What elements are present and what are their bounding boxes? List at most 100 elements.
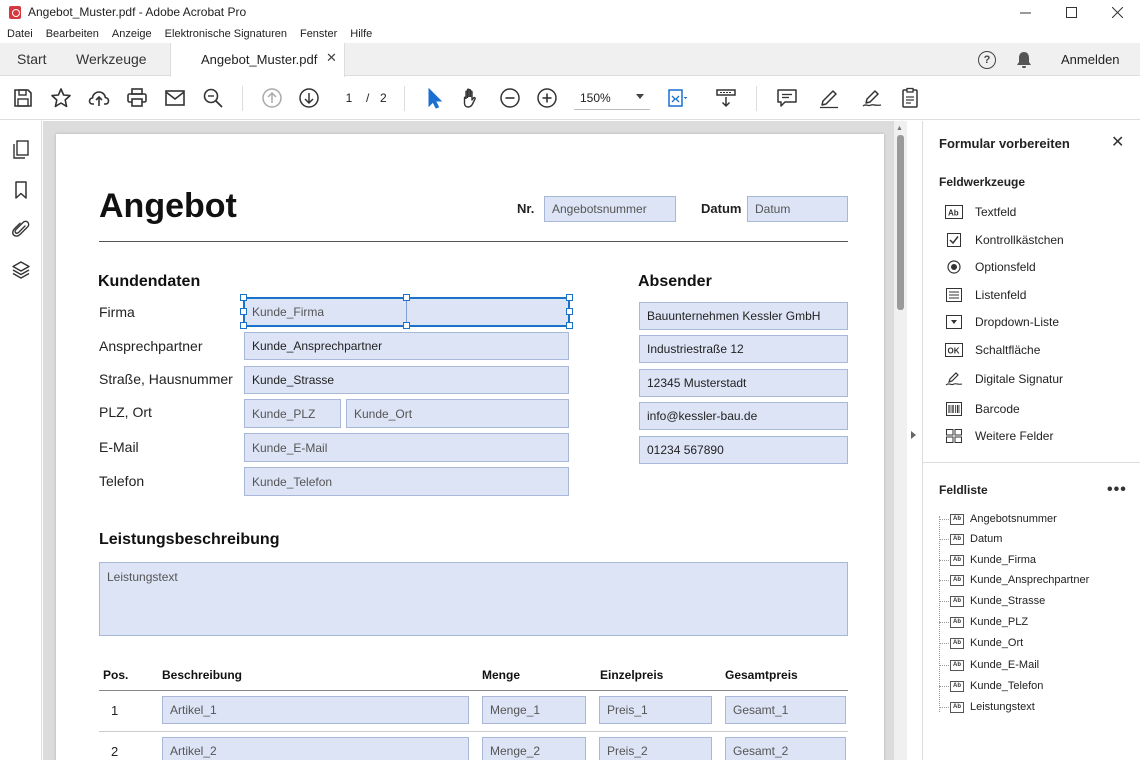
tool-optionsfeld[interactable]: Optionsfeld <box>945 257 1036 277</box>
scrollbar-thumb[interactable] <box>897 135 904 310</box>
menu-hilfe[interactable]: Hilfe <box>350 28 372 40</box>
field-list-heading: Feldliste <box>939 483 988 497</box>
pages-thumbnails-icon[interactable] <box>11 139 31 159</box>
email-icon[interactable] <box>164 87 186 109</box>
resize-handle[interactable] <box>566 294 573 301</box>
tab-document[interactable]: Angebot_Muster.pdf ✕ <box>170 43 345 77</box>
star-icon[interactable] <box>50 87 72 109</box>
menu-bearbeiten[interactable]: Bearbeiten <box>46 28 99 40</box>
menu-anzeige[interactable]: Anzeige <box>112 28 152 40</box>
resize-handle[interactable] <box>240 294 247 301</box>
form-field-kunde-ansprechpartner[interactable]: Kunde_Ansprechpartner <box>244 332 569 360</box>
scroll-up-icon[interactable]: ▲ <box>896 125 903 132</box>
form-field-gesamt-2[interactable]: Gesamt_2 <box>725 737 846 760</box>
form-field-gesamt-1[interactable]: Gesamt_1 <box>725 696 846 724</box>
menu-fenster[interactable]: Fenster <box>300 28 337 40</box>
pen-icon[interactable] <box>818 87 840 109</box>
help-icon[interactable]: ? <box>978 51 996 69</box>
notification-bell-icon[interactable] <box>1016 51 1032 69</box>
form-field-sender-city[interactable]: 12345 Musterstadt <box>639 369 848 397</box>
tool-kontrollkaestchen[interactable]: Kontrollkästchen <box>945 230 1064 250</box>
field-list-item[interactable]: Ab Kunde_Ansprechpartner <box>939 572 1089 588</box>
form-field-preis-1[interactable]: Preis_1 <box>599 696 712 724</box>
form-field-kunde-telefon[interactable]: Kunde_Telefon <box>244 467 569 496</box>
zoom-select[interactable]: 150% <box>574 88 650 110</box>
tab-tools[interactable]: Werkzeuge <box>76 51 147 67</box>
customer-heading: Kundendaten <box>98 273 201 290</box>
more-options-icon[interactable]: ••• <box>1107 481 1127 499</box>
menu-datei[interactable]: Datei <box>7 28 33 40</box>
form-field-kunde-ort[interactable]: Kunde_Ort <box>346 399 569 428</box>
field-list-item[interactable]: Ab Kunde_Ort <box>939 635 1023 651</box>
tab-close-button[interactable]: ✕ <box>326 50 337 66</box>
field-list-item[interactable]: Ab Kunde_PLZ <box>939 614 1028 630</box>
form-field-preis-2[interactable]: Preis_2 <box>599 737 712 760</box>
close-window-button[interactable] <box>1094 0 1140 24</box>
resize-handle[interactable] <box>566 322 573 329</box>
tool-digitale-signatur[interactable]: Digitale Signatur <box>945 369 1063 389</box>
zoom-in-icon[interactable] <box>536 87 558 109</box>
resize-handle[interactable] <box>566 308 573 315</box>
form-field-sender-email[interactable]: info@kessler-bau.de <box>639 402 848 430</box>
panel-collapse-icon[interactable] <box>911 431 916 439</box>
field-list-item[interactable]: Ab Datum <box>939 531 1002 547</box>
attachment-icon[interactable] <box>11 219 31 239</box>
form-field-leistungstext[interactable]: Leistungstext <box>99 562 848 636</box>
save-icon[interactable] <box>12 87 34 109</box>
form-field-kunde-email[interactable]: Kunde_E-Mail <box>244 433 569 462</box>
table-header-unit-price: Einzelpreis <box>600 668 664 682</box>
tool-dropdown-liste[interactable]: Dropdown-Liste <box>945 312 1059 332</box>
resize-handle[interactable] <box>403 322 410 329</box>
tab-start[interactable]: Start <box>17 51 47 67</box>
zoom-search-icon[interactable] <box>202 87 224 109</box>
print-icon[interactable] <box>126 87 148 109</box>
acrobat-logo-icon <box>9 5 21 19</box>
page-fit-icon[interactable] <box>666 87 688 109</box>
next-page-icon[interactable] <box>298 87 320 109</box>
tool-listenfeld[interactable]: Listenfeld <box>945 285 1026 305</box>
textfield-icon: Ab <box>950 616 964 628</box>
barcode-icon <box>945 401 963 417</box>
select-cursor-icon[interactable] <box>423 87 445 109</box>
form-field-sender-street[interactable]: Industriestraße 12 <box>639 335 848 363</box>
field-list-item[interactable]: Ab Angebotsnummer <box>939 511 1057 527</box>
form-field-artikel-2[interactable]: Artikel_2 <box>162 737 469 760</box>
hand-tool-icon[interactable] <box>460 87 482 109</box>
tool-weitere-felder[interactable]: Weitere Felder <box>945 426 1053 446</box>
field-list-item[interactable]: Ab Kunde_Strasse <box>939 593 1045 609</box>
signin-button[interactable]: Anmelden <box>1061 52 1120 67</box>
clipboard-icon[interactable] <box>899 87 921 109</box>
zoom-out-icon[interactable] <box>499 87 521 109</box>
form-field-sender-phone[interactable]: 01234 567890 <box>639 436 848 464</box>
form-field-menge-1[interactable]: Menge_1 <box>482 696 586 724</box>
form-field-menge-2[interactable]: Menge_2 <box>482 737 586 760</box>
tool-textfeld[interactable]: Ab Textfeld <box>945 202 1016 222</box>
sign-icon[interactable] <box>861 87 883 109</box>
form-field-artikel-1[interactable]: Artikel_1 <box>162 696 469 724</box>
panel-close-button[interactable]: ✕ <box>1111 132 1124 152</box>
scroll-mode-icon[interactable] <box>715 87 737 109</box>
comment-icon[interactable] <box>776 87 798 109</box>
field-list-item[interactable]: Ab Kunde_E-Mail <box>939 657 1039 673</box>
maximize-button[interactable] <box>1048 0 1094 24</box>
field-list-item[interactable]: Ab Kunde_Telefon <box>939 678 1043 694</box>
field-list-item[interactable]: Ab Leistungstext <box>939 699 1035 715</box>
resize-handle[interactable] <box>240 308 247 315</box>
field-list-item[interactable]: Ab Kunde_Firma <box>939 552 1036 568</box>
form-field-kunde-plz[interactable]: Kunde_PLZ <box>244 399 341 428</box>
form-field-datum[interactable]: Datum <box>747 196 848 222</box>
tool-schaltflaeche[interactable]: OK Schaltfläche <box>945 340 1040 360</box>
form-field-kunde-strasse[interactable]: Kunde_Strasse <box>244 366 569 394</box>
page-number-input[interactable]: 1 <box>337 91 361 105</box>
resize-handle[interactable] <box>240 322 247 329</box>
layers-icon[interactable] <box>11 260 31 280</box>
bookmark-icon[interactable] <box>11 180 31 200</box>
form-field-sender-company[interactable]: Bauunternehmen Kessler GmbH <box>639 302 848 330</box>
form-field-angebotsnummer[interactable]: Angebotsnummer <box>544 196 676 222</box>
cloud-upload-icon[interactable] <box>88 87 110 109</box>
menu-signaturen[interactable]: Elektronische Signaturen <box>165 28 287 40</box>
resize-handle[interactable] <box>403 294 410 301</box>
tool-barcode[interactable]: Barcode <box>945 399 1020 419</box>
minimize-button[interactable] <box>1002 0 1048 24</box>
previous-page-icon[interactable] <box>261 87 283 109</box>
